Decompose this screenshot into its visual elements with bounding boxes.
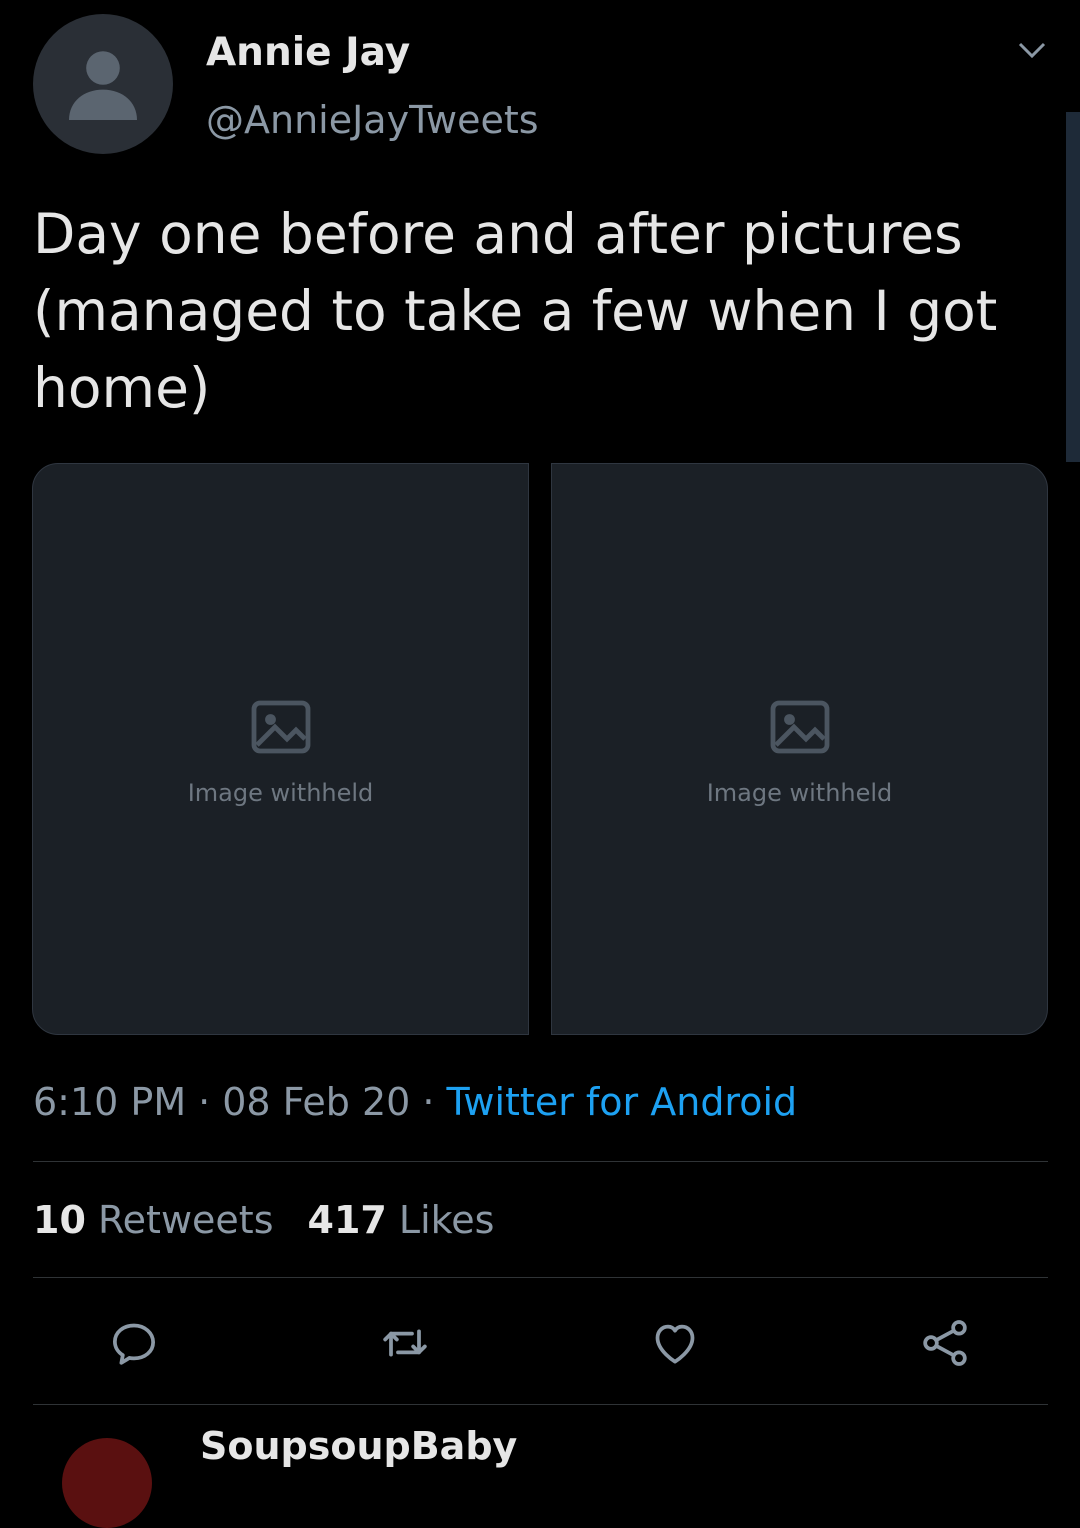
retweet-label[interactable]: Retweets	[98, 1198, 274, 1242]
media-placeholder-right[interactable]: Image withheld	[551, 463, 1048, 1035]
display-name[interactable]: Annie Jay	[206, 30, 410, 75]
retweet-icon[interactable]	[377, 1315, 433, 1371]
media-note: Image withheld	[187, 779, 374, 807]
chevron-down-icon[interactable]	[1012, 36, 1052, 66]
image-icon	[770, 700, 829, 754]
meta-separator: ·	[422, 1080, 435, 1124]
tweet-date: 08 Feb 20	[222, 1080, 411, 1124]
tweet-source-link[interactable]: Twitter for Android	[446, 1080, 797, 1124]
like-count[interactable]: 417	[308, 1198, 387, 1242]
user-silhouette-icon	[69, 51, 137, 120]
meta-separator: ·	[198, 1080, 211, 1124]
tweet-text: Day one before and after pictures (manag…	[33, 202, 998, 420]
reply-icon[interactable]	[106, 1315, 162, 1371]
image-icon	[251, 700, 310, 754]
scrollbar[interactable]	[1066, 112, 1080, 462]
user-handle[interactable]: @AnnieJayTweets	[206, 98, 539, 142]
media-note: Image withheld	[706, 779, 893, 807]
retweet-count[interactable]: 10	[33, 1198, 86, 1242]
avatar[interactable]	[33, 14, 173, 154]
divider	[33, 1404, 1048, 1405]
like-icon[interactable]	[647, 1315, 703, 1371]
like-label[interactable]: Likes	[399, 1198, 495, 1242]
engagement-stats: 10 Retweets 417 Likes	[33, 1198, 494, 1242]
divider	[33, 1277, 1048, 1278]
reply-avatar[interactable]	[62, 1438, 152, 1528]
media-placeholder-left[interactable]: Image withheld	[32, 463, 529, 1035]
tweet-time: 6:10 PM	[33, 1080, 187, 1124]
tweet-meta: 6:10 PM · 08 Feb 20 · Twitter for Android	[33, 1080, 797, 1124]
share-icon[interactable]	[917, 1315, 973, 1371]
divider	[33, 1161, 1048, 1162]
reply-author-name[interactable]: SoupsoupBaby	[200, 1424, 517, 1468]
